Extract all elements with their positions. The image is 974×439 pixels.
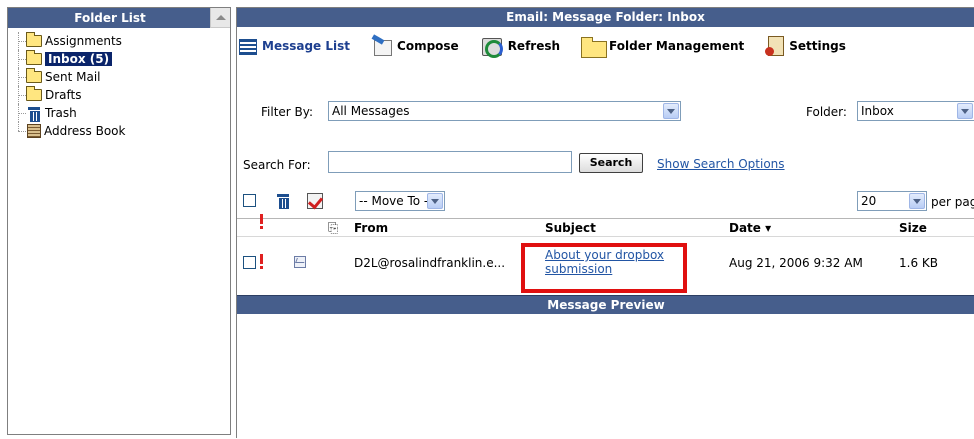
table-divider	[237, 218, 974, 219]
folder-item-drafts[interactable]: Drafts	[14, 86, 125, 104]
message-list-label: Message List	[262, 39, 351, 53]
folder-select-label: Folder:	[806, 105, 847, 119]
folder-label: Assignments	[45, 34, 122, 48]
folder-select[interactable]: Inbox	[857, 101, 974, 121]
refresh-icon	[479, 35, 505, 58]
message-from: D2L@rosalindfranklin.e...	[354, 256, 506, 270]
message-size: 1.6 KB	[899, 256, 938, 270]
folder-management-button[interactable]: Folder Management	[580, 35, 745, 58]
row-checkbox[interactable]	[243, 256, 256, 269]
column-header-date[interactable]: Date ▾	[729, 221, 771, 235]
priority-icon	[260, 214, 263, 229]
message-list-icon	[237, 37, 259, 55]
message-date: Aug 21, 2006 9:32 AM	[729, 256, 863, 270]
priority-icon	[260, 254, 263, 269]
folder-icon	[580, 35, 608, 58]
folder-icon	[26, 50, 42, 65]
chevron-down-icon[interactable]	[427, 193, 443, 209]
settings-button[interactable]: Settings	[764, 35, 846, 57]
folder-list-title: Folder List	[8, 8, 212, 28]
row-divider	[237, 236, 974, 237]
folder-icon	[26, 86, 42, 101]
refresh-button[interactable]: Refresh	[479, 35, 561, 58]
column-header-subject[interactable]: Subject	[545, 221, 596, 235]
filter-value: All Messages	[332, 104, 410, 118]
delete-icon[interactable]	[277, 194, 289, 209]
message-list-button[interactable]: Message List	[237, 37, 350, 55]
per-page-select[interactable]: 20	[857, 191, 927, 211]
per-page-value: 20	[861, 194, 877, 208]
settings-label: Settings	[789, 39, 846, 53]
folder-tree: Assignments Inbox (5) Sent Mail Drafts T…	[14, 32, 125, 140]
chevron-down-icon[interactable]	[909, 193, 925, 209]
folder-icon	[26, 32, 42, 47]
search-label: Search For:	[243, 158, 311, 172]
folder-label: Address Book	[44, 124, 126, 138]
toolbar: Message List Compose Refresh Folder Mana…	[237, 34, 866, 58]
compose-label: Compose	[397, 39, 459, 53]
move-to-value: -- Move To --	[359, 194, 433, 208]
move-to-select[interactable]: -- Move To --	[355, 191, 445, 211]
folder-label: Sent Mail	[45, 70, 101, 84]
compose-button[interactable]: Compose	[370, 36, 459, 56]
folder-item-trash[interactable]: Trash	[14, 104, 125, 122]
message-preview-title: Message Preview	[237, 295, 974, 314]
folder-icon	[26, 68, 42, 83]
highlight-box	[521, 243, 687, 293]
message-folder-panel: Email: Message Folder: Inbox Message Lis…	[236, 7, 974, 439]
compose-icon	[370, 36, 394, 56]
address-book-icon	[27, 124, 41, 138]
folder-label: Inbox (5)	[45, 52, 113, 66]
chevron-up-icon	[215, 15, 226, 20]
folder-label: Trash	[45, 106, 77, 120]
filter-label: Filter By:	[261, 105, 314, 119]
folder-item-inbox[interactable]: Inbox (5)	[14, 50, 125, 68]
folder-item-assignments[interactable]: Assignments	[14, 32, 125, 50]
page-title: Email: Message Folder: Inbox	[237, 8, 974, 27]
settings-icon	[764, 35, 786, 57]
attachment-icon: ⎘	[328, 221, 339, 236]
scroll-up-button[interactable]	[210, 8, 230, 28]
folder-label: Drafts	[45, 88, 82, 102]
envelope-icon	[294, 256, 306, 268]
search-button[interactable]: Search	[579, 153, 643, 173]
folder-list-panel: Folder List Assignments Inbox (5) Sent M…	[7, 7, 231, 435]
column-header-size[interactable]: Size	[899, 221, 927, 235]
chevron-down-icon[interactable]	[663, 103, 679, 119]
filter-select[interactable]: All Messages	[328, 101, 681, 121]
column-header-from[interactable]: From	[354, 221, 388, 235]
trash-icon	[28, 106, 40, 122]
message-preview-body	[237, 314, 974, 439]
mark-read-icon[interactable]	[307, 193, 323, 209]
per-page-label: per page	[931, 195, 974, 209]
folder-select-value: Inbox	[861, 104, 894, 118]
show-search-options-link[interactable]: Show Search Options	[657, 157, 785, 171]
chevron-down-icon[interactable]	[957, 103, 973, 119]
folder-management-label: Folder Management	[609, 39, 745, 53]
filter-row: Filter By: All Messages Folder: Inbox	[237, 101, 974, 123]
folder-item-address-book[interactable]: Address Book	[14, 122, 125, 140]
actions-row: -- Move To -- 20 per page	[237, 189, 974, 213]
refresh-label: Refresh	[507, 39, 561, 53]
search-input[interactable]	[328, 151, 572, 173]
select-all-checkbox[interactable]	[243, 194, 256, 207]
folder-item-sent-mail[interactable]: Sent Mail	[14, 68, 125, 86]
